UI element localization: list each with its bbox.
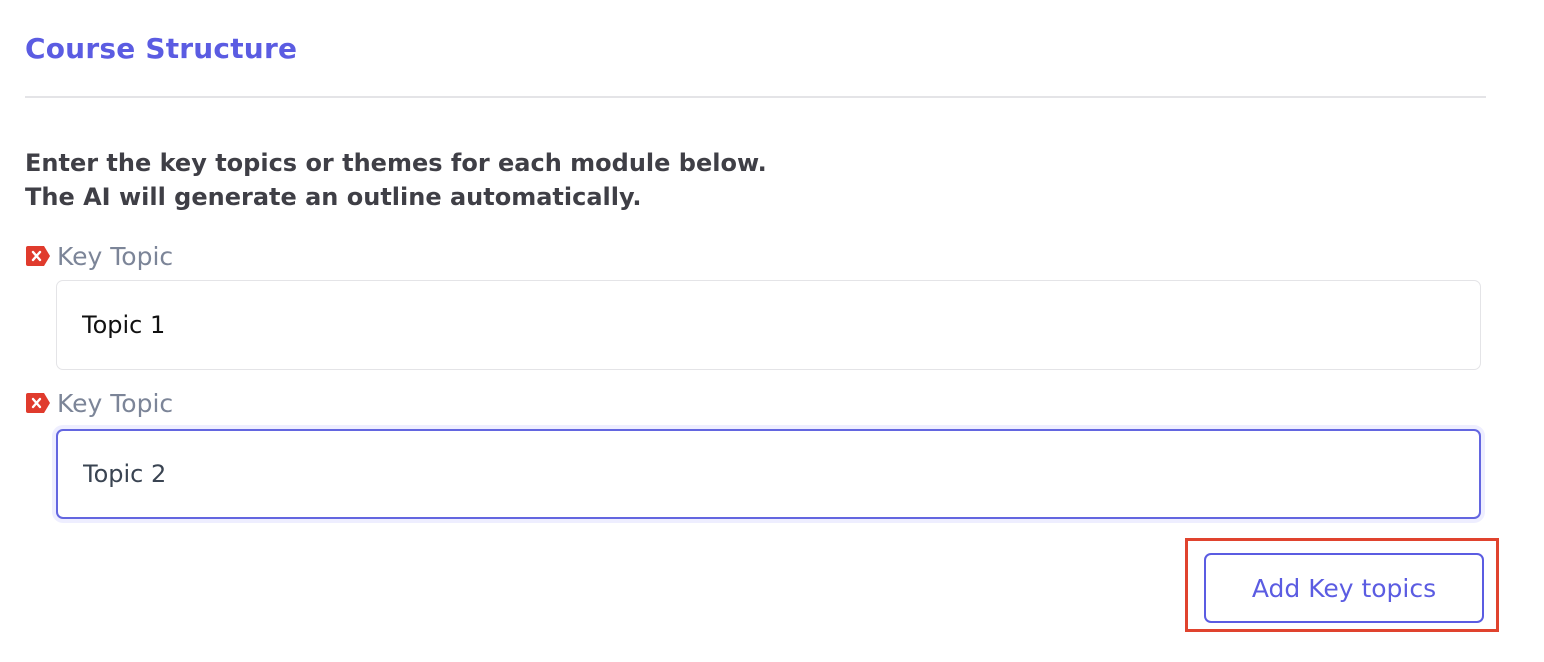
topic-2-label: Key Topic [57, 388, 174, 418]
instructions-line-1: Enter the key topics or themes for each … [25, 149, 767, 177]
section-title: Course Structure [25, 32, 298, 65]
remove-topic-1-button[interactable] [25, 245, 51, 267]
topic-2-input[interactable] [56, 429, 1481, 519]
topic-2-label-row: Key Topic [25, 388, 173, 418]
add-key-topics-button[interactable]: Add Key topics [1204, 553, 1484, 623]
topic-1-label-row: Key Topic [25, 241, 173, 271]
remove-x-icon [26, 246, 50, 266]
topic-1-input[interactable] [56, 280, 1481, 370]
instructions: Enter the key topics or themes for each … [25, 146, 767, 214]
remove-topic-2-button[interactable] [25, 392, 51, 414]
instructions-line-2: The AI will generate an outline automati… [25, 183, 642, 211]
divider [25, 96, 1486, 98]
topic-1-label: Key Topic [57, 241, 174, 271]
remove-x-icon [26, 393, 50, 413]
